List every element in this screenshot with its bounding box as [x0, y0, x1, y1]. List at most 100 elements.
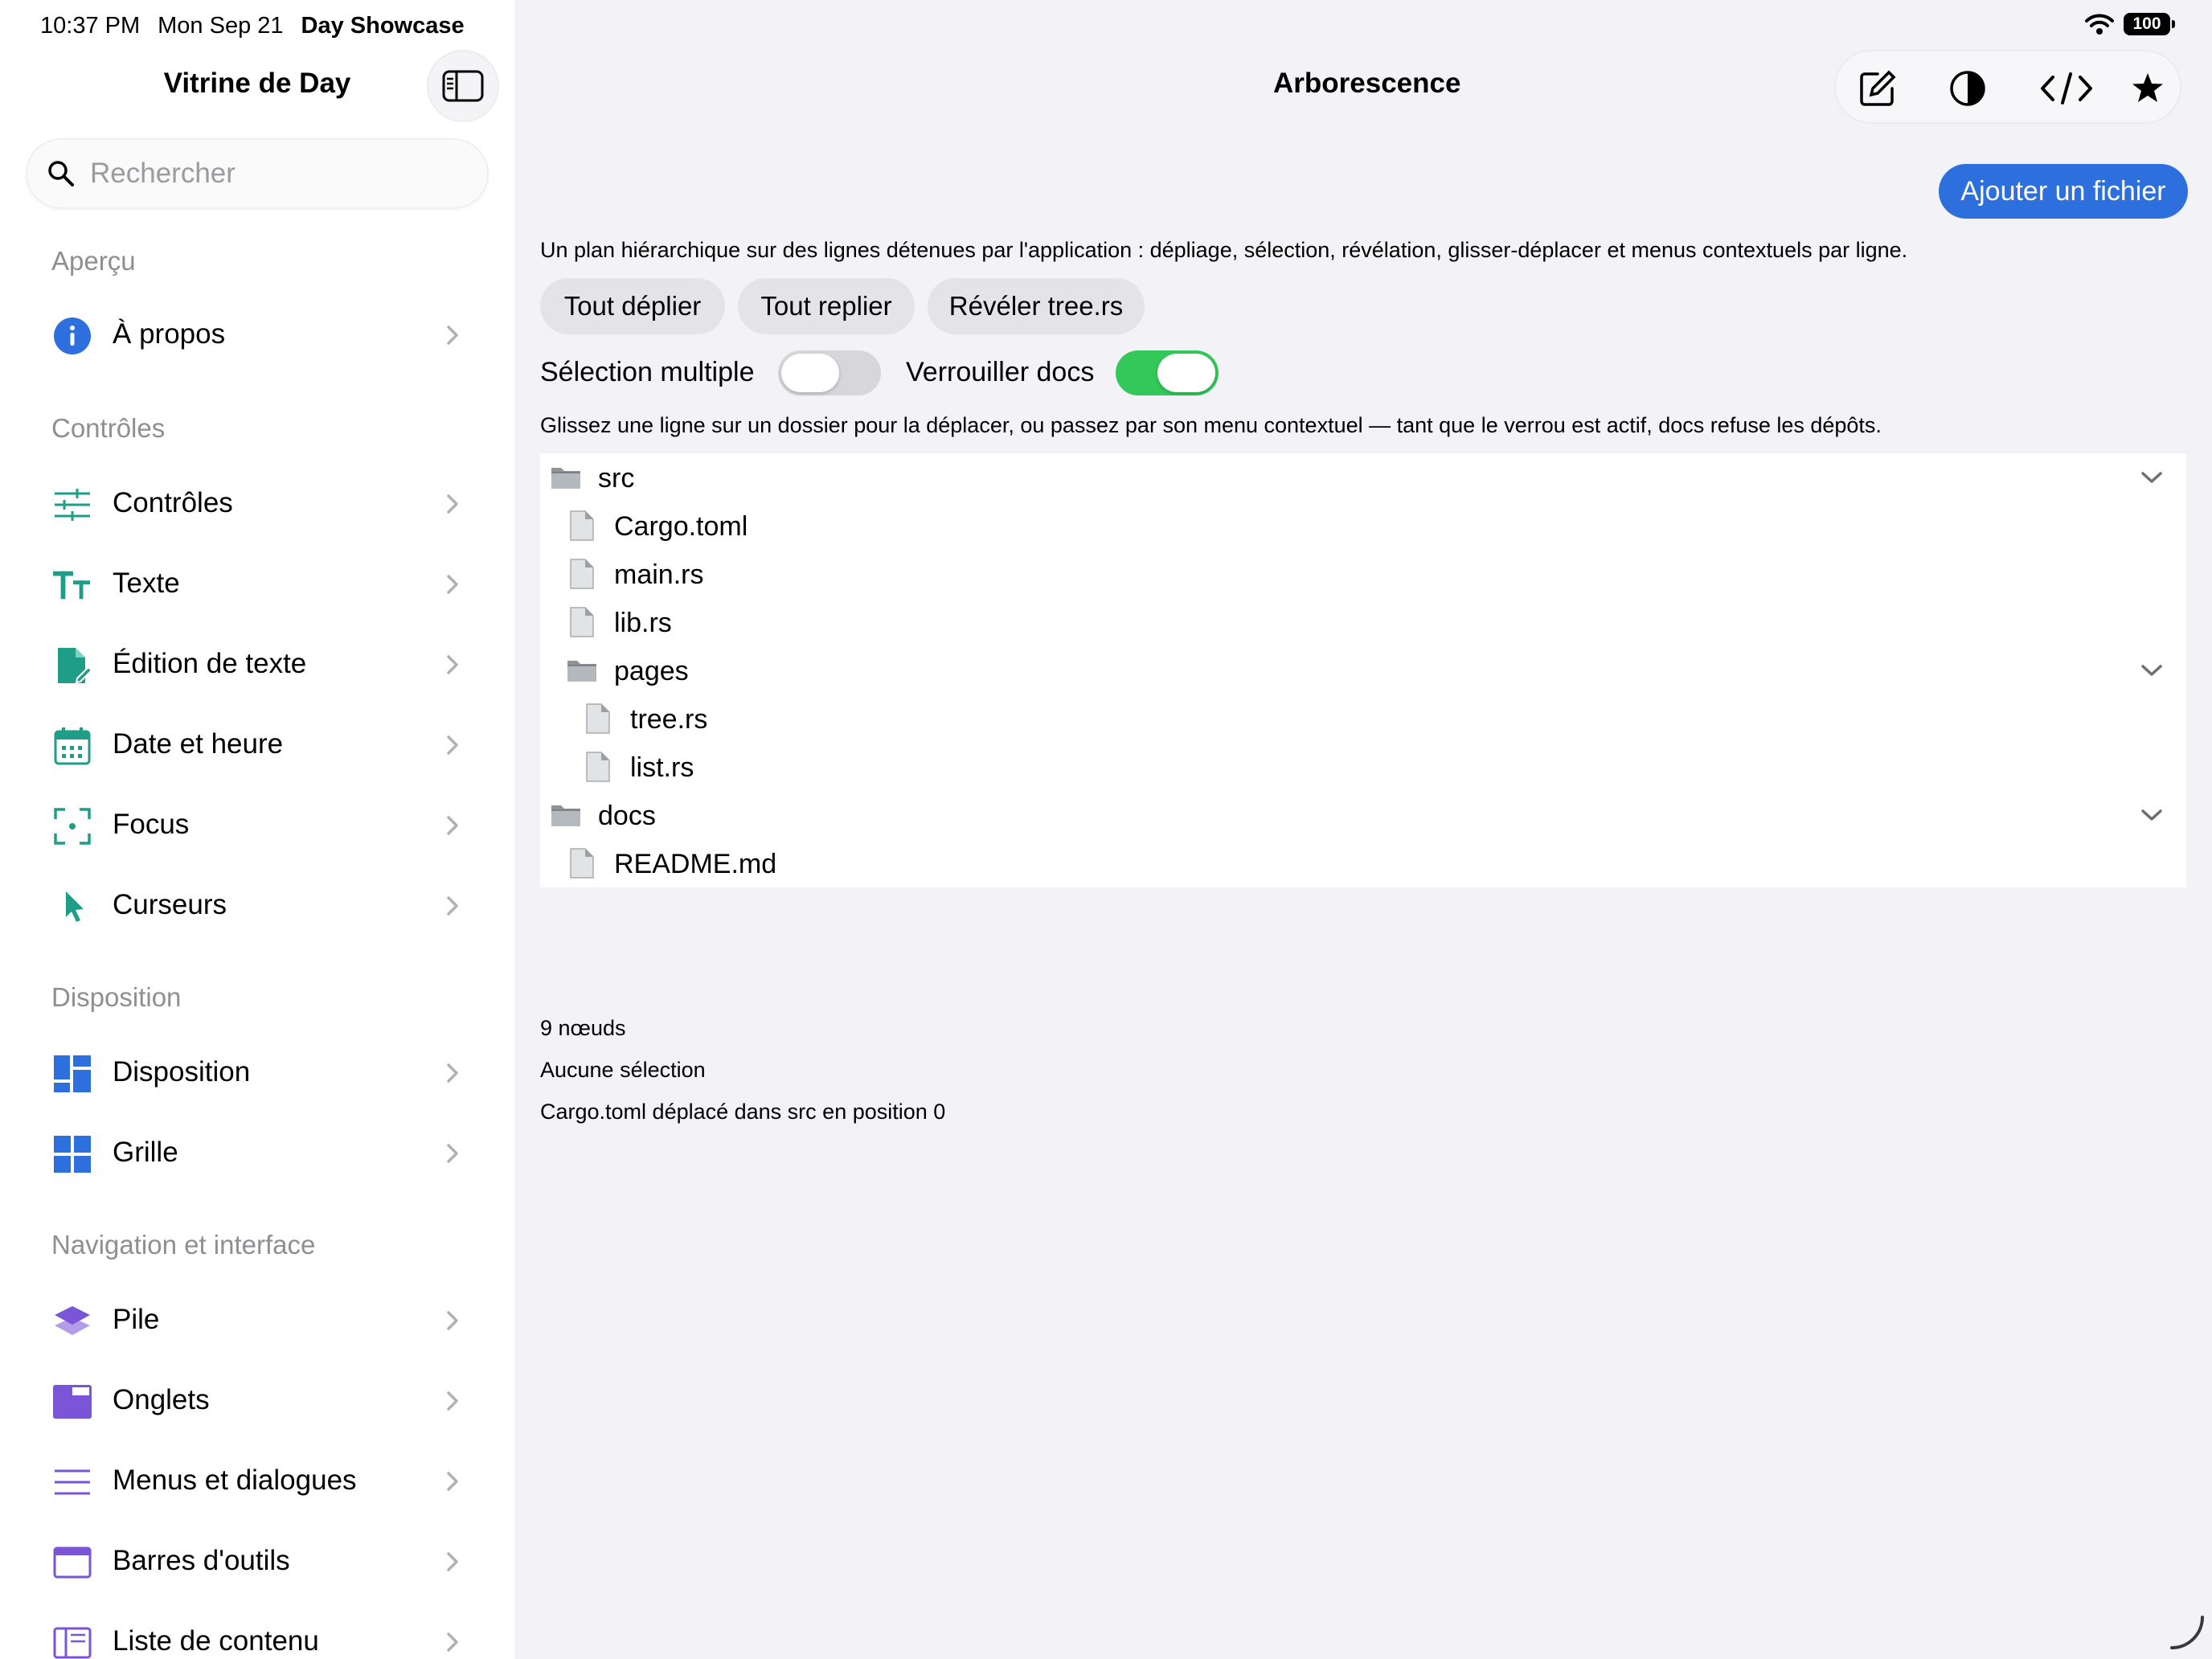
sidebar-item-disposition[interactable]: Disposition: [0, 1038, 514, 1106]
tree-row[interactable]: pages: [540, 646, 2186, 694]
chevron-down-icon[interactable]: [2140, 468, 2164, 487]
sidebar-item-label: Date et heure: [113, 728, 284, 760]
sidebar-item-onglets[interactable]: Onglets: [0, 1366, 514, 1434]
sidebar-item-label: Liste de contenu: [113, 1625, 319, 1657]
chevron-right-icon: [447, 816, 458, 835]
main-content: 100 Arborescence Ajouter un fichier Un p…: [514, 0, 2212, 1659]
multi-select-switch[interactable]: [778, 350, 881, 395]
sidebar-item-label: Focus: [113, 809, 190, 840]
lock-docs-switch[interactable]: [1116, 350, 1219, 395]
section-navigation-et-interface: Navigation et interface: [51, 1230, 316, 1260]
collapse-all-button[interactable]: Tout replier: [738, 278, 915, 334]
sidebar-item-label: Onglets: [113, 1384, 210, 1415]
stack-icon: [53, 1302, 92, 1341]
tree-row[interactable]: main.rs: [540, 550, 2186, 598]
tree-row-name: tree.rs: [630, 704, 708, 735]
file-icon: [586, 703, 610, 734]
search-input[interactable]: [88, 157, 461, 190]
search-field[interactable]: [26, 138, 489, 209]
sidebar-item-pile[interactable]: Pile: [0, 1286, 514, 1354]
contrast-icon: [1950, 71, 1985, 106]
appearance-button[interactable]: [1947, 68, 1989, 109]
chevron-right-icon: [447, 494, 458, 514]
sidebar-item-barres-d-outils[interactable]: Barres d'outils: [0, 1527, 514, 1595]
sidebar: 10:37 PM Mon Sep 21 Day Showcase Vitrine…: [0, 0, 514, 1659]
status-bar-right: 100: [2085, 13, 2175, 35]
outline-tree: src Cargo.toml main.rs lib.rs pages tree…: [540, 453, 2186, 887]
chevron-right-icon: [447, 655, 458, 674]
tree-row[interactable]: docs: [540, 791, 2186, 839]
sidebar-item-label: Menus et dialogues: [113, 1464, 357, 1496]
favorite-button[interactable]: [2127, 68, 2169, 109]
sidebar-item-label: Grille: [113, 1137, 178, 1168]
tree-row[interactable]: README.md: [540, 839, 2186, 887]
toolbar-icon: [53, 1543, 92, 1582]
chevron-right-icon: [447, 326, 458, 345]
section-disposition: Disposition: [51, 982, 182, 1012]
tree-row-name: lib.rs: [614, 608, 672, 638]
text-size-icon: [53, 566, 92, 604]
tree-row[interactable]: lib.rs: [540, 598, 2186, 646]
sidebar-item-label: Curseurs: [113, 889, 227, 920]
split-list-icon: [53, 1624, 92, 1659]
chevron-down-icon[interactable]: [2140, 661, 2164, 680]
tree-row-name: README.md: [614, 849, 777, 879]
status-date: Mon Sep 21: [158, 12, 284, 39]
folder-icon: [551, 468, 580, 489]
file-icon: [570, 607, 594, 637]
layout-icon: [53, 1055, 92, 1093]
search-icon: [48, 161, 74, 186]
switch-knob: [781, 354, 839, 392]
compose-button[interactable]: [1857, 68, 1899, 109]
focus-icon: [53, 807, 92, 846]
add-file-button[interactable]: Ajouter un fichier: [1939, 164, 2188, 219]
tree-row[interactable]: Cargo.toml: [540, 502, 2186, 550]
page-title: Arborescence: [1273, 68, 1461, 99]
toolbar-group: [1834, 50, 2181, 124]
tree-row-name: list.rs: [630, 752, 694, 783]
folder-icon: [567, 661, 596, 682]
sliders-icon: [53, 485, 92, 524]
expand-all-button[interactable]: Tout déplier: [540, 278, 725, 334]
sidebar-item-controles[interactable]: Contrôles: [0, 469, 514, 537]
file-icon: [570, 510, 594, 541]
sidebar-toggle-button[interactable]: [427, 50, 499, 122]
tree-row-name: docs: [598, 801, 656, 831]
sidebar-item-grille[interactable]: Grille: [0, 1119, 514, 1186]
chevron-right-icon: [447, 1391, 458, 1411]
sidebar-item-texte[interactable]: Texte: [0, 550, 514, 617]
file-icon: [570, 559, 594, 589]
sidebar-item-edition-de-texte[interactable]: Édition de texte: [0, 630, 514, 698]
tabs-icon: [53, 1382, 92, 1421]
tree-row[interactable]: list.rs: [540, 743, 2186, 791]
battery-indicator: 100: [2124, 13, 2175, 35]
star-icon: [2132, 73, 2163, 102]
sidebar-toggle-icon: [442, 70, 484, 102]
tree-row[interactable]: tree.rs: [540, 694, 2186, 743]
chevron-right-icon: [447, 1472, 458, 1491]
node-count-text: 9 nœuds: [540, 1016, 626, 1040]
chevron-right-icon: [447, 1144, 458, 1163]
hint-text: Glissez une ligne sur un dossier pour la…: [540, 413, 1882, 437]
chevron-right-icon: [447, 1552, 458, 1571]
chevron-down-icon[interactable]: [2140, 805, 2164, 825]
tree-row-name: pages: [614, 656, 689, 686]
section-controles: Contrôles: [51, 413, 166, 443]
tree-row-name: main.rs: [614, 559, 704, 590]
reveal-tree-rs-button[interactable]: Révéler tree.rs: [928, 278, 1145, 334]
file-icon: [570, 848, 594, 879]
code-button[interactable]: [2040, 68, 2093, 109]
sidebar-item-menus-et-dialogues[interactable]: Menus et dialogues: [0, 1447, 514, 1514]
sidebar-item-a-propos[interactable]: À propos: [0, 301, 514, 368]
info-icon: [53, 317, 92, 355]
sidebar-item-curseurs[interactable]: Curseurs: [0, 871, 514, 939]
status-app-name: Day Showcase: [301, 12, 465, 39]
chevron-right-icon: [447, 896, 458, 916]
sidebar-item-label: Pile: [113, 1304, 160, 1335]
tree-row-name: src: [598, 463, 635, 494]
sidebar-item-date-et-heure[interactable]: Date et heure: [0, 711, 514, 778]
wifi-icon: [2085, 14, 2114, 35]
tree-row[interactable]: src: [540, 453, 2186, 502]
sidebar-item-focus[interactable]: Focus: [0, 791, 514, 858]
sidebar-item-liste-de-contenu[interactable]: Liste de contenu: [0, 1608, 514, 1659]
